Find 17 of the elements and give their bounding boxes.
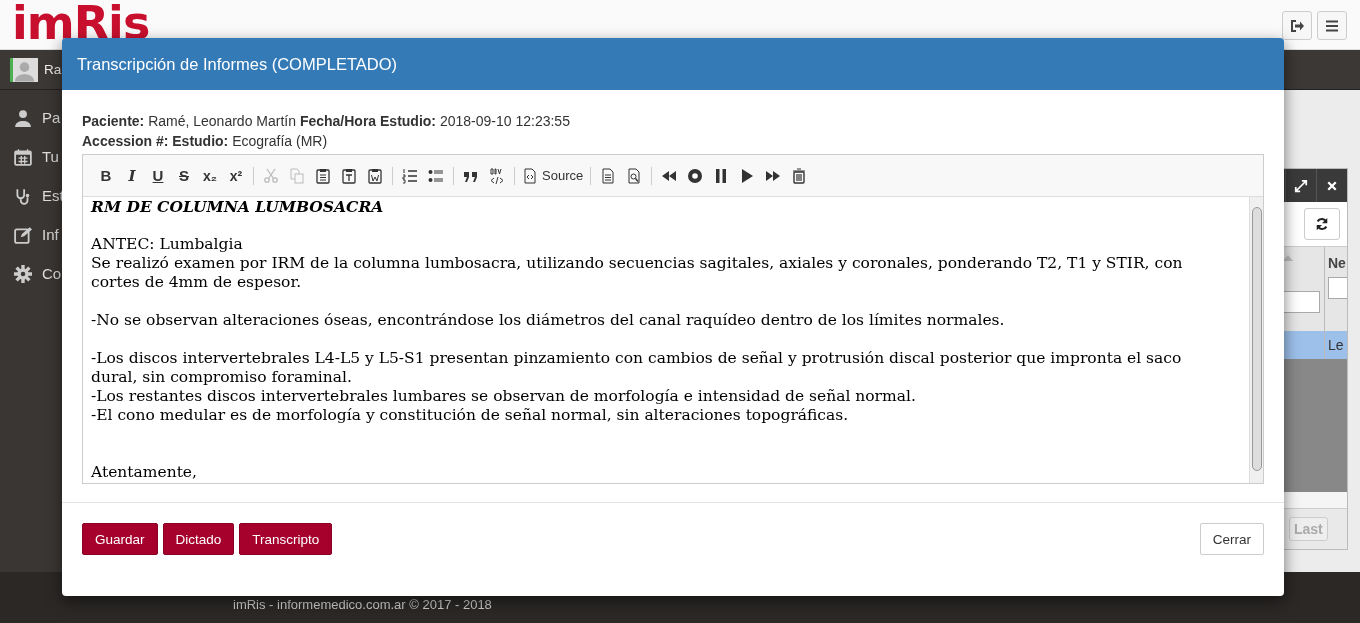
dialog-title: Transcripción de Informes (COMPLETADO) — [77, 54, 397, 74]
report-text: Atentamente, — [91, 463, 198, 482]
report-text: -Los restantes discos intervertebrales lumbares se observan de morfología e intensidad de señal normal. — [91, 387, 917, 406]
study-info: Accession #: Estudio: Ecografía (MR) — [82, 132, 329, 151]
report-text: -Los discos intervertebrales L4-L5 y L5-S1 presentan pinzamiento con cambios de señal y protrusión discal posterior que impronta el saco — [91, 349, 1183, 368]
report-text: ANTEC: Lumbalgia — [91, 235, 244, 254]
report-text: -No se observan alteraciones óseas, encontrándose los diámetros del canal raquídeo dentro de los límites normales. — [91, 311, 1006, 330]
logo: imRis — [12, 0, 150, 46]
table-cell: Le — [1328, 337, 1344, 353]
report-text: dural, sin compromiso foraminal. — [91, 368, 353, 387]
study-info: Paciente: Ramé, Leonardo Martín Fecha/Hora Estudio: 2018-09-10 12:23:55 — [82, 112, 571, 131]
user-name: Ra — [44, 62, 62, 77]
report-text: Se realizó examen por IRM de la columna lumbosacra, utilizando secuencias sagitales, axiales y coronales, ponderando T2, T1 y STIR, con — [91, 254, 1184, 273]
copyright-text: imRis - informemedico.com.ar © 2017 - 2018 — [233, 597, 492, 612]
report-heading: RM DE COLUMNA LUMBOSACRA — [91, 197, 385, 216]
report-text: -El cono medular es de morfología y constitución de señal normal, sin alteraciones topográficas. — [91, 406, 850, 425]
report-text: cortes de 4mm de espesor. — [91, 273, 303, 292]
